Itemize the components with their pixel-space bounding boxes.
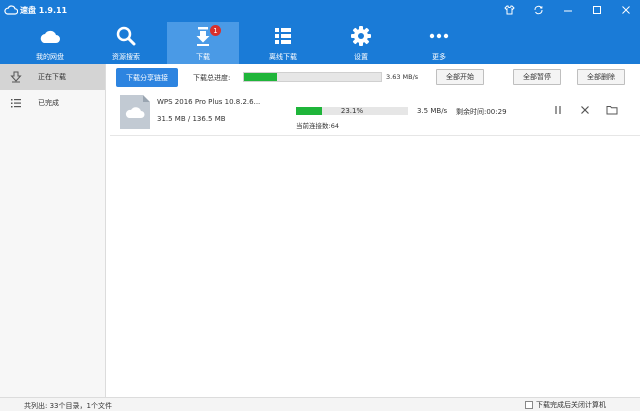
download-panel: 下载分享链接 下载总进度: 3.63 MB/s 全部开始 全部暂停 全部删除 W…	[107, 64, 640, 397]
maximize-icon[interactable]	[582, 0, 611, 20]
minimize-icon[interactable]	[553, 0, 582, 20]
task-connections: 当前连接数:64	[296, 122, 339, 130]
task-percent: 23.1%	[340, 107, 364, 115]
nav-label: 资源搜索	[112, 53, 140, 61]
start-all-button[interactable]: 全部开始	[436, 69, 484, 85]
nav-label: 我的网盘	[36, 53, 64, 61]
completed-list-icon	[9, 96, 23, 110]
app-title: 速盘 1.9.11	[20, 5, 68, 15]
task-remaining-time: 剩余时间:00:29	[456, 108, 507, 116]
download-count-badge: 1	[210, 25, 221, 36]
nav-label: 离线下载	[269, 53, 297, 61]
cloud-icon	[4, 5, 19, 15]
total-progress-bar	[243, 72, 382, 82]
task-speed: 3.5 MB/s	[417, 107, 448, 115]
nav-label: 设置	[354, 53, 368, 61]
gear-icon	[350, 25, 372, 47]
sidebar-item-downloading[interactable]: 正在下载	[0, 64, 105, 90]
shirt-icon[interactable]	[495, 0, 524, 20]
nav-label: 下载	[196, 53, 210, 61]
nav-label: 更多	[432, 53, 446, 61]
sidebar-item-label: 已完成	[38, 99, 59, 107]
main-nav: 我的网盘 资源搜索 下载 1 离线下载 设置 更多	[0, 20, 640, 64]
more-dots-icon	[428, 25, 450, 47]
close-icon[interactable]	[611, 0, 640, 20]
list-grid-icon	[272, 25, 294, 47]
sidebar: 正在下载 已完成	[0, 64, 106, 397]
total-progress-label: 下载总进度:	[193, 74, 231, 82]
title-bar: 速盘 1.9.11	[0, 0, 640, 20]
total-progress-fill	[244, 73, 277, 81]
refresh-icon[interactable]	[524, 0, 553, 20]
total-speed: 3.63 MB/s	[386, 73, 419, 81]
nav-more[interactable]: 更多	[403, 22, 475, 62]
task-file-name: WPS 2016 Pro Plus 10.8.2.6...	[157, 98, 261, 106]
task-file-size: 31.5 MB / 136.5 MB	[157, 115, 226, 123]
search-icon	[115, 25, 137, 47]
shutdown-checkbox[interactable]	[525, 401, 533, 409]
status-bar: 共列出: 33个目录，1个文件 下载完成后关闭计算机	[0, 397, 640, 411]
cloud-file-icon	[120, 95, 150, 129]
sidebar-item-label: 正在下载	[38, 73, 66, 81]
pause-icon[interactable]	[551, 103, 565, 117]
delete-task-icon[interactable]	[578, 103, 592, 117]
shutdown-label: 下载完成后关闭计算机	[536, 401, 606, 409]
download-toolbar: 下载分享链接 下载总进度: 3.63 MB/s 全部开始 全部暂停 全部删除	[107, 64, 640, 90]
download-task-row[interactable]: WPS 2016 Pro Plus 10.8.2.6... 31.5 MB / …	[110, 92, 640, 136]
cloud-icon	[39, 25, 61, 47]
nav-download[interactable]: 下载 1	[167, 22, 239, 64]
open-folder-icon[interactable]	[605, 103, 619, 117]
delete-all-button[interactable]: 全部删除	[577, 69, 625, 85]
pause-all-button[interactable]: 全部暂停	[513, 69, 561, 85]
downloading-icon	[9, 70, 23, 84]
list-summary: 共列出: 33个目录，1个文件	[24, 402, 112, 410]
nav-settings[interactable]: 设置	[325, 22, 397, 62]
sidebar-item-completed[interactable]: 已完成	[0, 90, 105, 116]
nav-my-disk[interactable]: 我的网盘	[14, 22, 86, 62]
nav-search[interactable]: 资源搜索	[90, 22, 162, 62]
download-share-link-button[interactable]: 下载分享链接	[116, 68, 178, 87]
shutdown-option[interactable]: 下载完成后关闭计算机	[525, 400, 606, 410]
nav-offline-download[interactable]: 离线下载	[247, 22, 319, 62]
window-controls	[495, 0, 640, 20]
